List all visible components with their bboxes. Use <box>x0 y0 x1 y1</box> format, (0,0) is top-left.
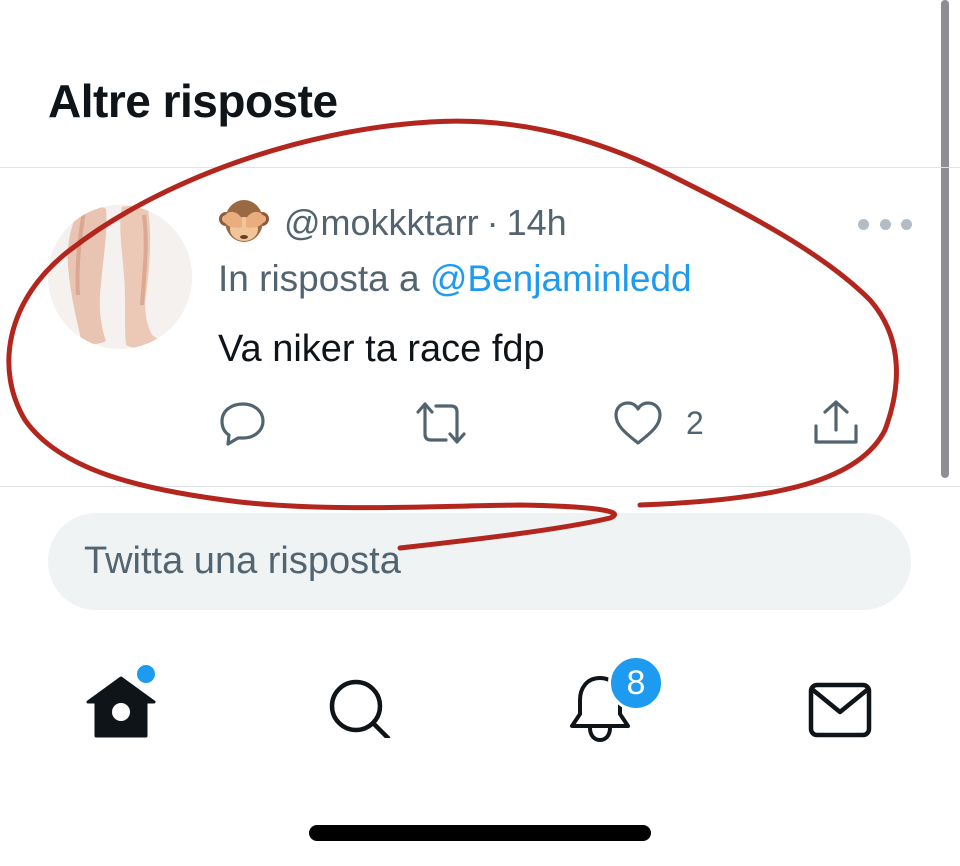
nav-messages[interactable] <box>808 682 872 738</box>
reply-input[interactable]: Twitta una risposta <box>48 513 911 610</box>
more-options-icon[interactable] <box>858 212 912 236</box>
reply-to-mention[interactable]: @Benjaminledd <box>430 258 692 299</box>
tweet-header: @mokkktarr · 14h <box>218 197 567 249</box>
timestamp[interactable]: 14h <box>507 202 567 244</box>
search-icon <box>329 679 391 741</box>
like-count: 2 <box>686 404 704 441</box>
avatar[interactable] <box>48 205 192 349</box>
reply-placeholder: Twitta una risposta <box>84 540 401 582</box>
see-no-evil-monkey-icon <box>218 197 270 249</box>
like-button[interactable]: 2 <box>612 398 704 448</box>
unread-dot <box>134 662 158 686</box>
reply-button[interactable] <box>218 398 268 448</box>
section-title: Altre risposte <box>48 75 338 127</box>
heart-icon <box>614 401 662 445</box>
reply-icon <box>220 402 265 446</box>
divider <box>0 486 960 487</box>
separator: · <box>486 202 499 243</box>
envelope-icon <box>808 682 872 738</box>
nav-notifications[interactable]: 8 <box>568 655 664 743</box>
author-handle[interactable]: @mokkktarr <box>284 202 479 244</box>
notifications-badge: 8 <box>608 655 664 711</box>
tweet-text: Va niker ta race fdp <box>218 328 545 370</box>
retweet-button[interactable] <box>412 398 470 448</box>
retweet-icon <box>416 402 466 444</box>
reply-context: In risposta a @Benjaminledd <box>218 258 692 300</box>
reply-prefix: In risposta a <box>218 258 420 299</box>
screen: Altre risposte @mokkktarr · 14h In rispo… <box>0 0 960 866</box>
share-button[interactable] <box>810 398 862 448</box>
share-icon <box>814 400 858 444</box>
home-indicator[interactable] <box>309 825 651 841</box>
avatar-image <box>48 205 192 349</box>
nav-search[interactable] <box>328 668 392 741</box>
nav-home[interactable] <box>86 662 158 740</box>
